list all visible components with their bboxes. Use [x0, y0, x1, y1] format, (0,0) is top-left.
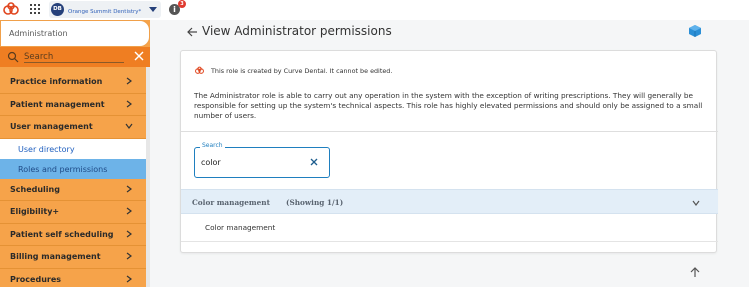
close-icon[interactable]	[133, 50, 145, 62]
sidebar-search[interactable]: Search	[0, 47, 150, 67]
sidebar-title: Administration	[0, 20, 150, 47]
sidebar-item-label: Patient management	[10, 99, 105, 109]
notification-badge: 3	[178, 0, 186, 8]
group-title: Color management	[192, 198, 270, 207]
sidebar-item-eligibility[interactable]: Eligibility+	[0, 201, 146, 224]
help-cube-icon[interactable]	[688, 24, 702, 38]
avatar: DB	[51, 3, 64, 16]
chevron-right-icon	[126, 100, 132, 107]
list-item: Color management	[205, 223, 276, 232]
role-note: This role is created by Curve Dental. It…	[211, 67, 393, 75]
top-bar: DB Orange Summit Dentistry* i 3	[0, 0, 749, 20]
permission-search-field[interactable]: Search	[194, 142, 330, 178]
arrow-up-icon[interactable]	[689, 266, 701, 278]
practice-name: Orange Summit Dentistry*	[68, 9, 142, 15]
app-grid-icon[interactable]	[30, 4, 40, 14]
main-content: View Administrator permissions This role…	[150, 20, 749, 287]
divider	[181, 131, 718, 132]
sidebar-nav: Practice information Patient management …	[0, 71, 146, 287]
sidebar-item-patient-self-scheduling[interactable]: Patient self scheduling	[0, 223, 146, 246]
sidebar: Administration Search Practice informati…	[0, 20, 150, 287]
sidebar-item-label: Patient self scheduling	[10, 229, 114, 239]
search-input[interactable]	[201, 158, 301, 167]
search-field-label: Search	[200, 142, 225, 149]
chevron-right-icon	[126, 77, 132, 85]
sidebar-item-label: User management	[10, 122, 93, 131]
curve-logo-icon	[195, 66, 204, 74]
search-input[interactable]: Search	[24, 52, 53, 62]
sidebar-item-roles-and-permissions[interactable]: Roles and permissions	[0, 158, 146, 179]
chevron-down-icon[interactable]	[691, 198, 701, 208]
sidebar-item-scheduling[interactable]: Scheduling	[0, 178, 146, 201]
sidebar-item-label: Billing management	[10, 252, 101, 261]
sidebar-item-user-management[interactable]: User management	[0, 116, 146, 139]
sidebar-item-user-directory[interactable]: User directory	[0, 138, 146, 159]
group-count: (Showing 1/1)	[286, 198, 344, 207]
sidebar-item-label: Scheduling	[10, 184, 60, 194]
sidebar-item-label: Procedures	[10, 274, 62, 284]
permission-group-header[interactable]: Color management (Showing 1/1)	[181, 189, 718, 214]
chevron-down-icon	[149, 7, 157, 12]
chevron-right-icon	[126, 230, 132, 237]
chevron-right-icon	[126, 275, 132, 282]
arrow-left-icon[interactable]	[186, 26, 198, 38]
search-icon	[7, 51, 19, 63]
chevron-right-icon	[126, 252, 132, 260]
page-title: View Administrator permissions	[202, 24, 392, 38]
curve-logo-icon[interactable]	[3, 2, 19, 16]
chevron-right-icon	[126, 207, 132, 215]
sidebar-item-patient-management[interactable]: Patient management	[0, 93, 146, 116]
sidebar-item-label: Eligibility+	[10, 207, 60, 216]
practice-selector[interactable]: DB Orange Summit Dentistry*	[49, 1, 161, 18]
role-description: The Administrator role is able to carry …	[194, 91, 703, 120]
sidebar-item-label: Practice information	[10, 77, 103, 86]
divider	[181, 241, 718, 242]
sidebar-item-billing-management[interactable]: Billing management	[0, 246, 146, 269]
sidebar-item-practice-information[interactable]: Practice information	[0, 71, 146, 94]
permissions-card: This role is created by Curve Dental. It…	[180, 50, 718, 253]
close-icon[interactable]	[309, 157, 319, 167]
chevron-right-icon	[126, 185, 132, 192]
chevron-down-icon	[125, 123, 133, 129]
search-underline	[24, 62, 124, 63]
sidebar-item-procedures[interactable]: Procedures	[0, 268, 146, 287]
